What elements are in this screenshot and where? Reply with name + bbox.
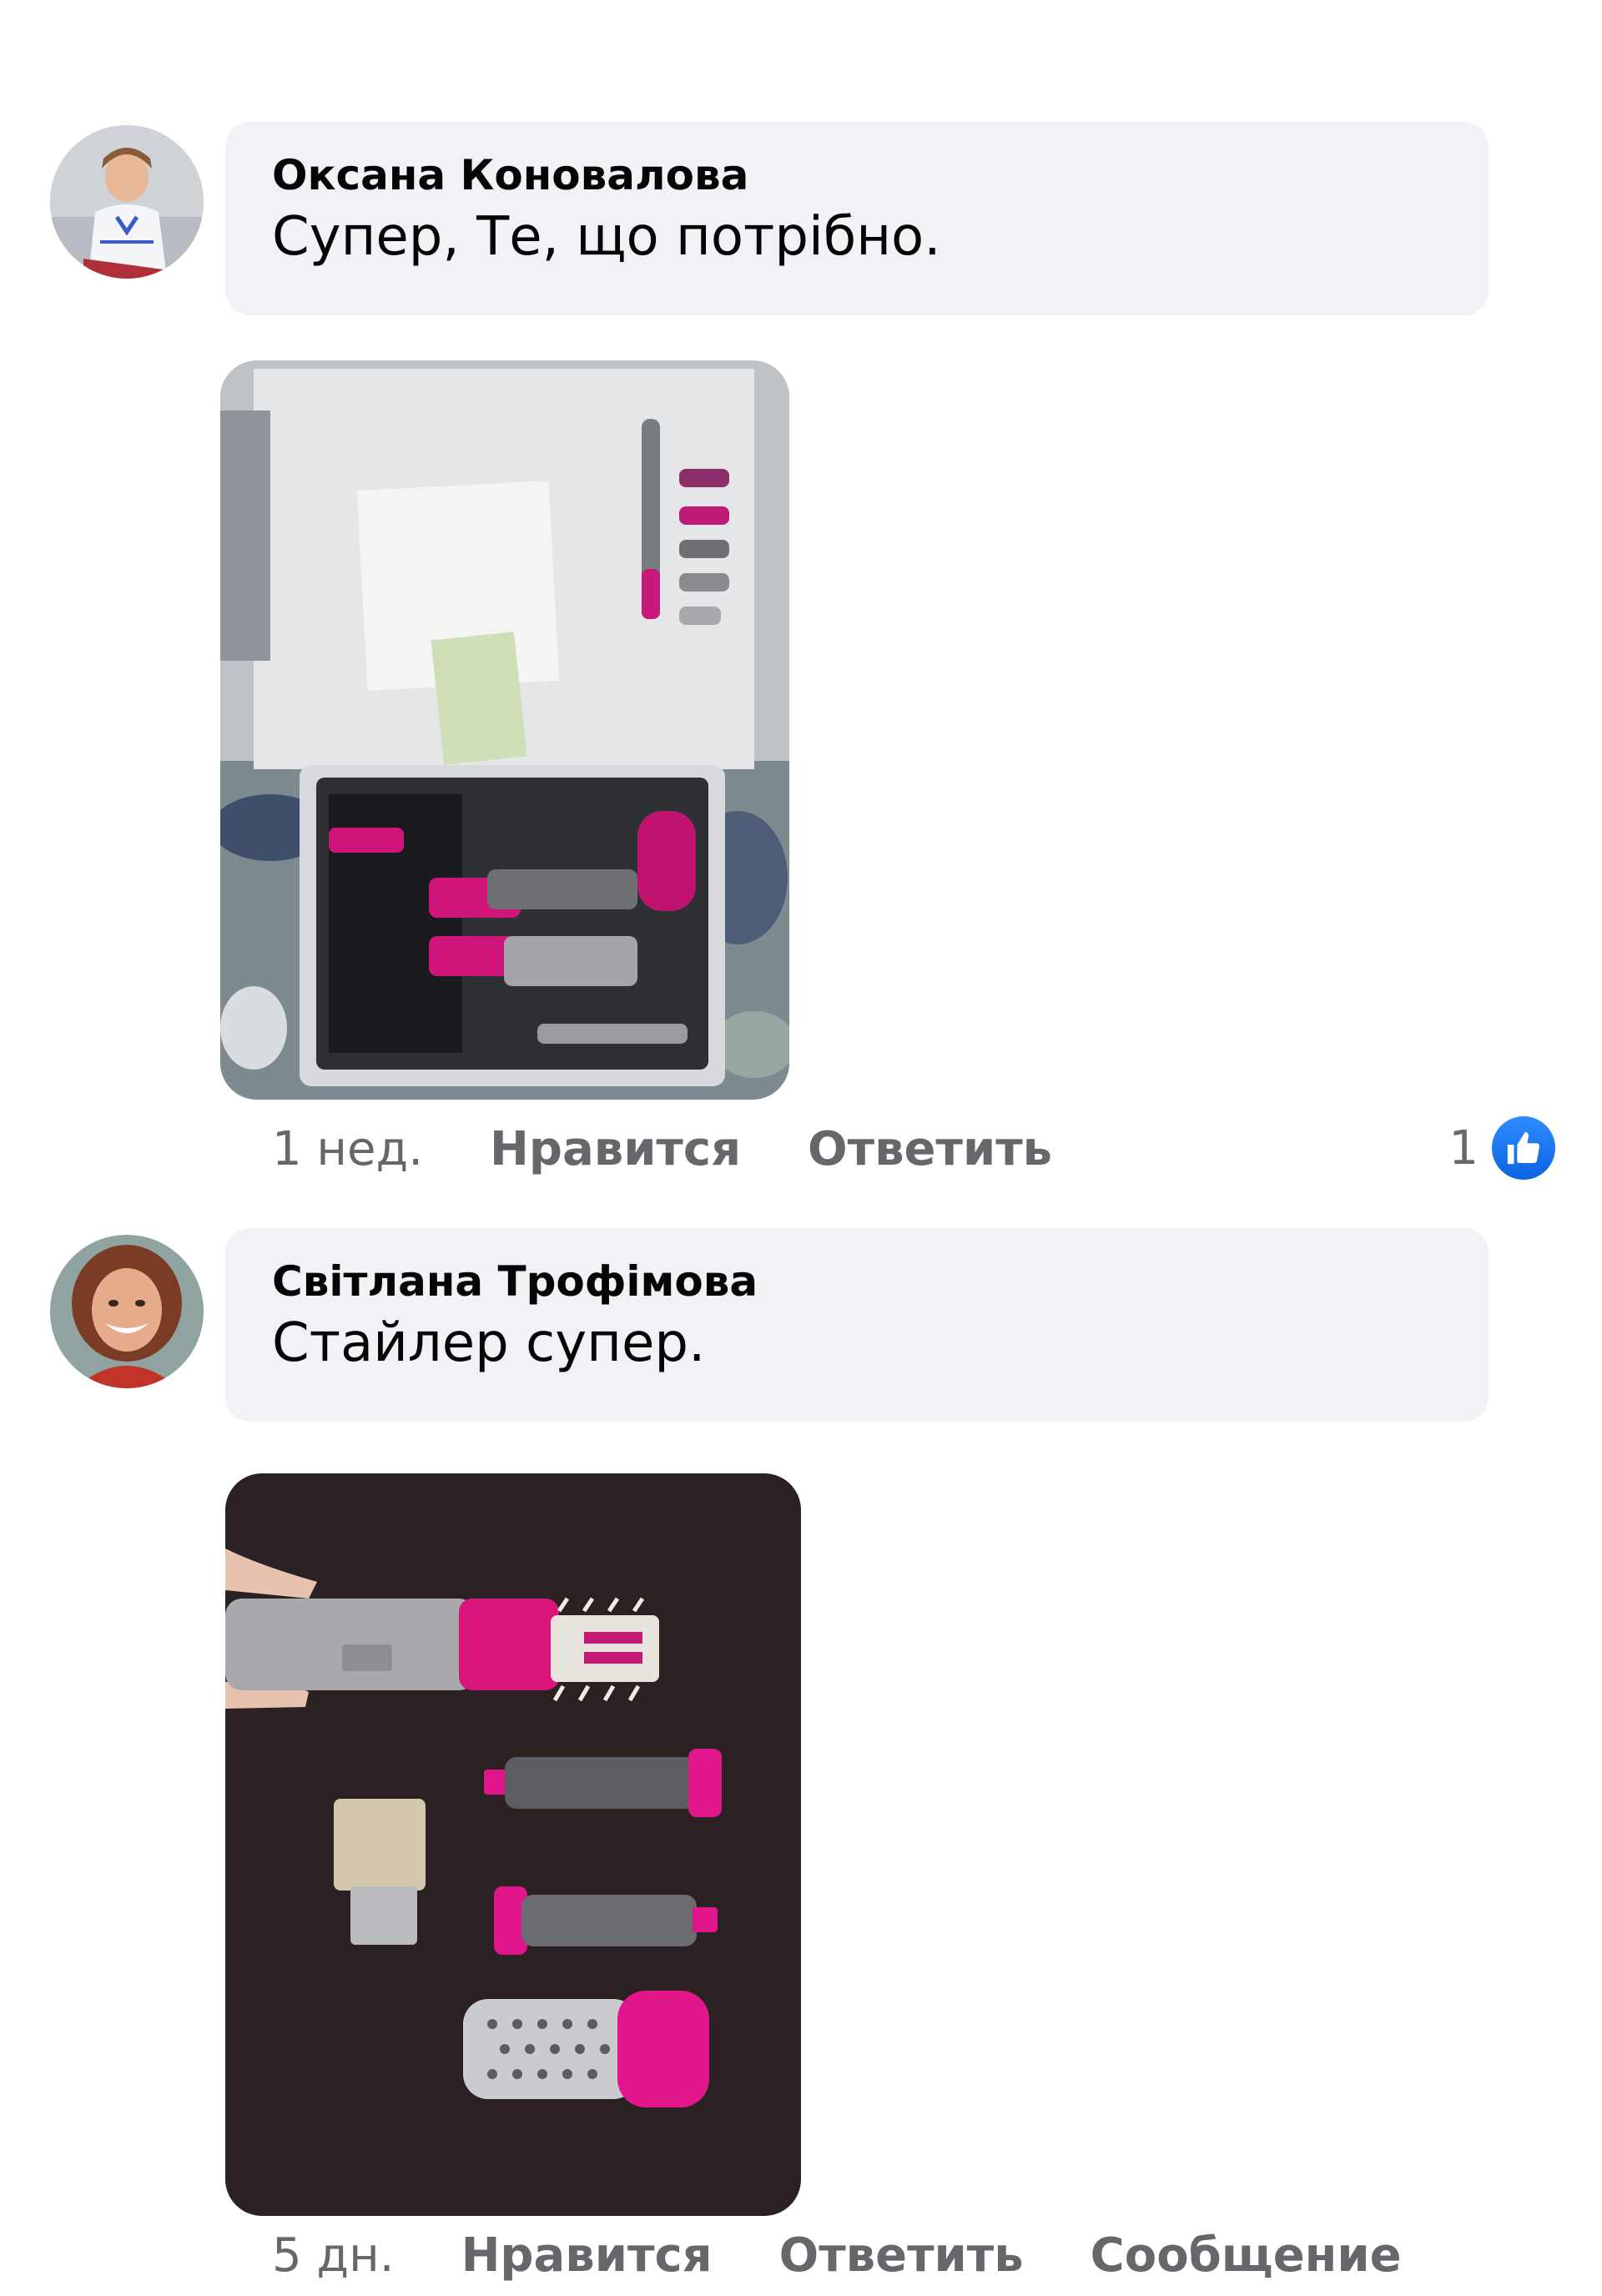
comment-bubble: Оксана Коновалова Супер, Те, що потрібно… — [225, 122, 1489, 315]
message-button[interactable]: Сообщение — [1091, 2228, 1402, 2283]
reply-button[interactable]: Ответить — [808, 1122, 1052, 1176]
comment-photo[interactable] — [225, 1473, 801, 2216]
reaction-summary[interactable]: 1 — [1448, 1115, 1555, 1181]
thumbs-up-icon — [1492, 1116, 1555, 1180]
avatar[interactable] — [50, 125, 204, 279]
styler-attachments-photo — [225, 1473, 801, 2216]
styler-box-photo — [220, 360, 789, 1100]
comment-timestamp[interactable]: 5 дн. — [272, 2228, 395, 2283]
avatar[interactable] — [50, 1235, 204, 1388]
avatar-photo — [50, 125, 204, 279]
like-button[interactable]: Нравится — [490, 1122, 741, 1176]
comment-timestamp[interactable]: 1 нед. — [272, 1122, 423, 1176]
comment-bubble: Світлана Трофімова Стайлер супер. — [225, 1228, 1489, 1422]
comments-page: Оксана Коновалова Супер, Те, що потрібно… — [0, 0, 1602, 2296]
comment-author[interactable]: Оксана Коновалова — [272, 149, 1442, 202]
reply-button[interactable]: Ответить — [779, 2228, 1024, 2283]
comment-author[interactable]: Світлана Трофімова — [272, 1255, 1442, 1308]
comment-photo[interactable] — [220, 360, 789, 1100]
comment-actions: 5 дн. Нравится Ответить Сообщение — [272, 2226, 1402, 2284]
avatar-photo — [50, 1235, 204, 1388]
like-button[interactable]: Нравится — [461, 2228, 713, 2283]
reaction-count: 1 — [1448, 1120, 1479, 1176]
comment-text: Стайлер супер. — [272, 1312, 706, 1374]
comment-actions: 1 нед. Нравится Ответить — [272, 1120, 1052, 1178]
comment-text: Супер, Те, що потрібно. — [272, 206, 941, 268]
